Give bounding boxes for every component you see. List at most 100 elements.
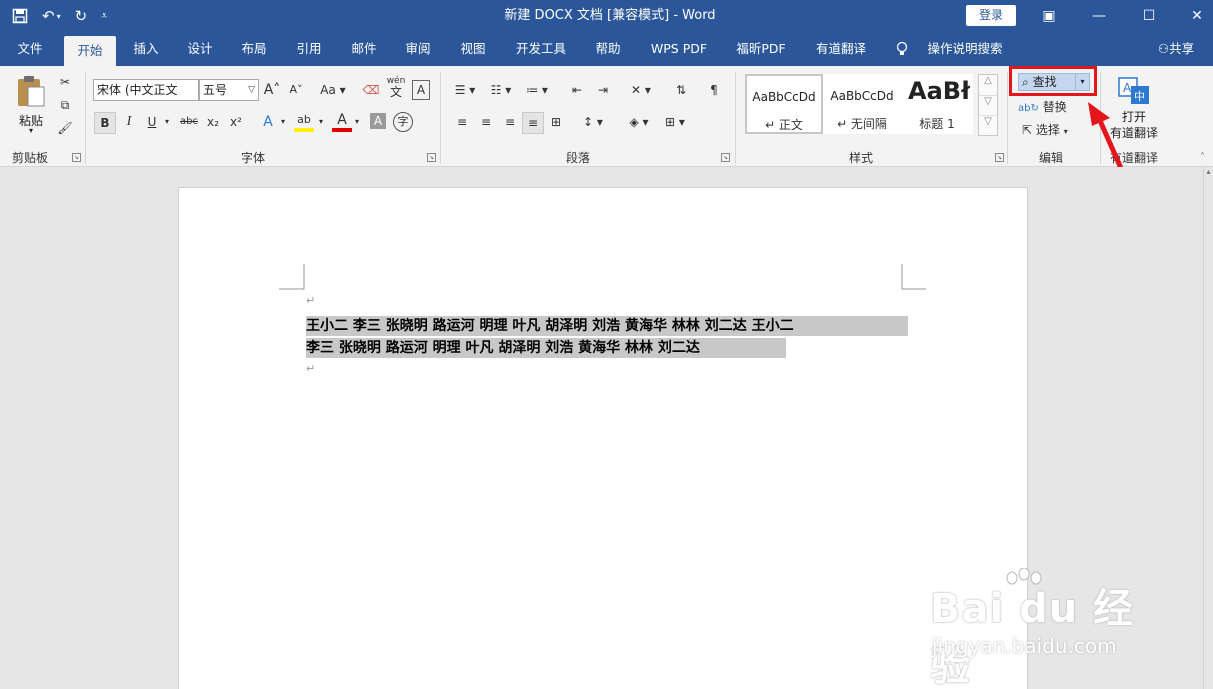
phonetic-guide-icon[interactable]: wén 文: [386, 76, 406, 99]
tab-file[interactable]: 文件: [8, 32, 52, 66]
person-icon: ⚇: [1157, 41, 1170, 56]
borders-icon[interactable]: ⊞ ▾: [660, 112, 690, 132]
tab-developer[interactable]: 开发工具: [508, 32, 574, 66]
format-painter-icon[interactable]: 🖌: [56, 118, 74, 138]
enclose-char-icon[interactable]: 字: [393, 112, 413, 132]
char-shading-icon[interactable]: A: [370, 113, 386, 129]
window-title: 新建 DOCX 文档 [兼容模式] - Word: [504, 8, 716, 23]
italic-button[interactable]: I: [120, 112, 138, 132]
tell-me-search[interactable]: 操作说明搜索: [920, 32, 1010, 66]
text-effects-icon[interactable]: A: [258, 112, 278, 132]
highlight-icon[interactable]: ab: [294, 112, 314, 132]
document-page[interactable]: ↵ 王小二 李三 张晓明 路运河 明理 叶凡 胡泽明 刘浩 黄海华 林林 刘二达…: [178, 187, 1028, 689]
tab-wps-pdf[interactable]: WPS PDF: [642, 32, 716, 66]
clear-format-icon[interactable]: ⌫: [362, 80, 380, 100]
font-launcher-icon[interactable]: ↘: [427, 153, 436, 162]
quick-access-toolbar: ↶ ▾ ↻ ⩡: [12, 0, 107, 32]
styles-scroll[interactable]: △ ▽ ▽: [978, 74, 998, 136]
divider: [440, 72, 441, 164]
divider: [1007, 72, 1008, 164]
align-center-icon[interactable]: ≡: [476, 112, 496, 132]
grow-font-icon[interactable]: A˄: [263, 80, 281, 100]
ribbon-display-icon[interactable]: ▣: [1026, 0, 1072, 32]
styles-launcher-icon[interactable]: ↘: [995, 153, 1004, 162]
distributed-icon[interactable]: ⊞: [546, 112, 566, 132]
selected-text-line-1[interactable]: 王小二 李三 张晓明 路运河 明理 叶凡 胡泽明 刘浩 黄海华 林林 刘二达 王…: [306, 316, 908, 336]
select-button[interactable]: ⇱ 选择 ▾: [1022, 120, 1082, 142]
style-normal[interactable]: AaBbCcDd ↵ 正文: [745, 74, 823, 134]
subscript-button[interactable]: x₂: [203, 112, 223, 132]
tab-youdao[interactable]: 有道翻译: [806, 32, 876, 66]
sort-icon[interactable]: ⇅: [671, 80, 691, 100]
chevron-down-icon[interactable]: ▾: [1075, 74, 1089, 90]
paste-button[interactable]: 粘贴 ▾: [12, 72, 50, 140]
underline-button[interactable]: U: [142, 112, 162, 132]
chinese-layout-icon[interactable]: ✕ ▾: [626, 80, 656, 100]
chevron-down-icon[interactable]: ▾: [316, 112, 326, 132]
chevron-down-icon[interactable]: ▾: [278, 112, 288, 132]
increase-indent-icon[interactable]: ⇥: [592, 80, 614, 100]
font-size-dropdown[interactable]: 五号 ▽: [199, 79, 259, 101]
styles-more-icon[interactable]: ▽: [979, 115, 997, 135]
customize-qat-icon[interactable]: ⩡: [101, 9, 107, 23]
tab-home[interactable]: 开始: [64, 36, 116, 66]
tab-references[interactable]: 引用: [287, 32, 331, 66]
chevron-up-icon[interactable]: ▴: [1204, 167, 1213, 176]
show-marks-icon[interactable]: ¶: [704, 80, 724, 100]
style-no-spacing[interactable]: AaBbCcDd ↵ 无间隔: [823, 74, 901, 134]
char-border-icon[interactable]: A: [412, 80, 430, 100]
collapse-ribbon-icon[interactable]: ˄: [1200, 152, 1205, 163]
tab-design[interactable]: 设计: [178, 32, 222, 66]
font-name-dropdown[interactable]: 宋体 (中文正文: [93, 79, 199, 101]
justify-icon[interactable]: ≡: [522, 112, 544, 134]
minimize-button[interactable]: —: [1076, 0, 1122, 32]
maximize-button[interactable]: ☐: [1126, 0, 1172, 32]
style-heading-1[interactable]: AaBł 标题 1: [901, 74, 973, 134]
decrease-indent-icon[interactable]: ⇤: [566, 80, 588, 100]
cursor-icon: ⇱: [1022, 123, 1033, 137]
vertical-scrollbar[interactable]: ▴: [1203, 167, 1213, 689]
chevron-down-icon[interactable]: ▾: [162, 112, 172, 132]
find-button[interactable]: ⌕ 查找 ▾: [1018, 73, 1090, 91]
align-right-icon[interactable]: ≡: [500, 112, 520, 132]
superscript-button[interactable]: x²: [226, 112, 246, 132]
paste-icon: [18, 76, 45, 107]
close-button[interactable]: ✕: [1174, 0, 1213, 32]
ribbon-tabs: 文件 开始 插入 设计 布局 引用 邮件 审阅 视图 开发工具 帮助 WPS P…: [0, 32, 1213, 66]
replace-button[interactable]: ab↻ 替换: [1018, 97, 1072, 119]
redo-icon[interactable]: ↻: [75, 7, 88, 25]
clipboard-group-label: 剪贴板: [12, 151, 49, 165]
clipboard-launcher-icon[interactable]: ↘: [72, 153, 81, 162]
line-spacing-icon[interactable]: ↕ ▾: [578, 112, 608, 132]
find-highlight-box: ⌕ 查找 ▾: [1009, 66, 1097, 96]
tab-review[interactable]: 审阅: [396, 32, 440, 66]
bullets-icon[interactable]: ☰ ▾: [450, 80, 480, 100]
chevron-down-icon[interactable]: ▽: [979, 95, 997, 115]
bold-button[interactable]: B: [94, 112, 116, 134]
tab-mailings[interactable]: 邮件: [342, 32, 386, 66]
save-icon[interactable]: [12, 8, 28, 24]
copy-icon[interactable]: ⧉: [56, 95, 74, 115]
replace-icon: ab↻: [1018, 103, 1039, 114]
numbering-icon[interactable]: ☷ ▾: [486, 80, 516, 100]
tab-view[interactable]: 视图: [451, 32, 495, 66]
change-case-icon[interactable]: Aa ▾: [316, 80, 350, 100]
shading-icon[interactable]: ◈ ▾: [624, 112, 654, 132]
multilevel-list-icon[interactable]: ≔ ▾: [522, 80, 552, 100]
chevron-up-icon[interactable]: △: [979, 75, 997, 95]
paragraph-launcher-icon[interactable]: ↘: [721, 153, 730, 162]
font-color-icon[interactable]: A: [332, 112, 352, 132]
cut-icon[interactable]: ✂: [56, 72, 74, 92]
tab-insert[interactable]: 插入: [124, 32, 168, 66]
share-button[interactable]: ⚇共享: [1150, 32, 1202, 66]
login-button[interactable]: 登录: [966, 5, 1016, 26]
selected-text-line-2[interactable]: 李三 张晓明 路运河 明理 叶凡 胡泽明 刘浩 黄海华 林林 刘二达: [306, 338, 786, 358]
tab-foxit-pdf[interactable]: 福昕PDF: [728, 32, 794, 66]
chevron-down-icon[interactable]: ▾: [352, 112, 362, 132]
tab-layout[interactable]: 布局: [232, 32, 276, 66]
strikethrough-button[interactable]: abc: [176, 112, 202, 132]
undo-icon[interactable]: ↶ ▾: [42, 7, 61, 25]
tab-help[interactable]: 帮助: [586, 32, 630, 66]
align-left-icon[interactable]: ≡: [452, 112, 472, 132]
shrink-font-icon[interactable]: A˅: [287, 80, 305, 100]
